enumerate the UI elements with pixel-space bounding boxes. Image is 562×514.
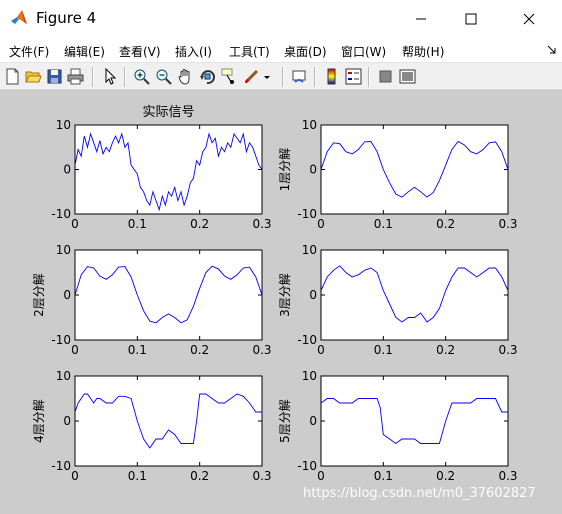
brush-dropdown-icon[interactable]: [262, 68, 272, 85]
open-file-icon[interactable]: [25, 68, 42, 85]
link-plot-icon[interactable]: [291, 68, 308, 85]
pan-hand-icon[interactable]: [177, 68, 194, 85]
rotate-3d-icon[interactable]: [199, 68, 216, 85]
close-button[interactable]: [506, 0, 552, 38]
window-title: Figure 4: [36, 9, 97, 27]
menu-window[interactable]: 窗口(W): [341, 43, 386, 60]
maximize-button[interactable]: [448, 0, 494, 38]
title-bar: Figure 4: [0, 0, 562, 38]
maximize-icon: [465, 13, 477, 25]
menu-edit[interactable]: 编辑(E): [64, 43, 105, 60]
menu-desktop[interactable]: 桌面(D): [284, 43, 327, 60]
menu-bar: 文件(F) 编辑(E) 查看(V) 插入(I) 工具(T) 桌面(D) 窗口(W…: [0, 38, 562, 62]
minimize-icon: [416, 18, 426, 20]
hide-plot-tools-icon[interactable]: [377, 68, 394, 85]
new-figure-icon[interactable]: [4, 68, 21, 85]
matlab-icon: [11, 10, 27, 24]
save-icon[interactable]: [46, 68, 63, 85]
zoom-out-icon[interactable]: [155, 68, 172, 85]
dock-arrow-icon[interactable]: [547, 45, 557, 55]
figure-toolbar: [0, 62, 562, 90]
menu-insert[interactable]: 插入(I): [175, 43, 212, 60]
minimize-button[interactable]: [398, 0, 444, 38]
zoom-in-icon[interactable]: [133, 68, 150, 85]
menu-help[interactable]: 帮助(H): [402, 43, 444, 60]
edit-plot-arrow-icon[interactable]: [101, 68, 118, 85]
print-icon[interactable]: [67, 68, 84, 85]
menu-tools[interactable]: 工具(T): [229, 43, 270, 60]
menu-view[interactable]: 查看(V): [119, 43, 161, 60]
menu-file[interactable]: 文件(F): [9, 43, 49, 60]
brush-icon[interactable]: [243, 68, 260, 85]
watermark-text: https://blog.csdn.net/m0_37602827: [303, 486, 536, 501]
show-plot-tools-icon[interactable]: [399, 68, 416, 85]
figure-canvas: [0, 90, 562, 514]
insert-colorbar-icon[interactable]: [323, 68, 340, 85]
close-icon: [523, 13, 535, 25]
data-cursor-icon[interactable]: [221, 68, 238, 85]
insert-legend-icon[interactable]: [345, 68, 362, 85]
